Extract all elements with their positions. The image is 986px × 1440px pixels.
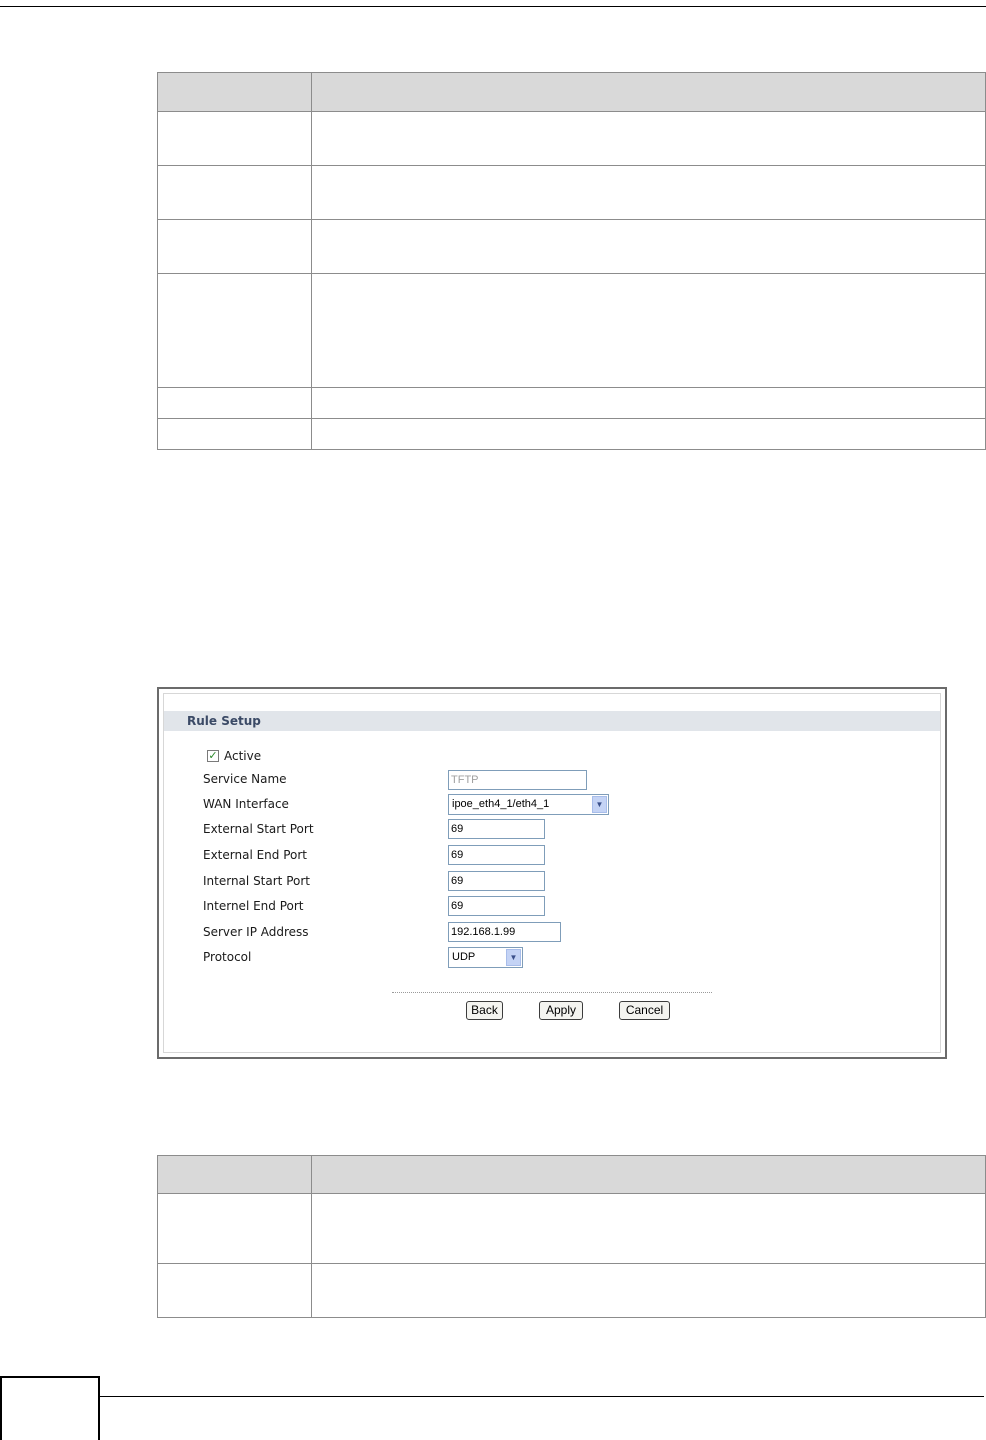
table-row: [157, 418, 986, 450]
internel-end-port-label: Internel End Port: [203, 899, 304, 913]
cancel-button[interactable]: Cancel: [619, 1001, 670, 1020]
internel-end-port-input[interactable]: 69: [448, 896, 545, 916]
active-label: Active: [224, 749, 262, 763]
header-rule: [0, 6, 986, 7]
table-row: [157, 387, 986, 419]
section-title: Rule Setup: [164, 711, 940, 731]
wan-interface-value: ipoe_eth4_1/eth4_1: [452, 798, 550, 810]
protocol-label: Protocol: [203, 950, 252, 964]
table-row: [157, 165, 986, 220]
active-checkbox[interactable]: ✓: [207, 750, 219, 762]
external-start-port-label: External Start Port: [203, 822, 314, 836]
table-row: [157, 1193, 986, 1264]
table-header-row: [157, 1155, 986, 1194]
service-name-label: Service Name: [203, 772, 287, 786]
footer-rule: [100, 1396, 984, 1397]
server-ip-input[interactable]: 192.168.1.99: [448, 922, 561, 942]
rule-setup-panel: Rule Setup ✓ Active Service Name TFTP WA…: [163, 693, 941, 1053]
page-number-box: [0, 1376, 100, 1440]
external-start-port-input[interactable]: 69: [448, 819, 545, 839]
table-header-row: [157, 72, 986, 112]
chevron-down-icon[interactable]: ▼: [592, 796, 607, 813]
protocol-select[interactable]: UDP ▼: [448, 947, 523, 968]
back-button[interactable]: Back: [466, 1001, 503, 1020]
chevron-down-icon[interactable]: ▼: [506, 949, 521, 966]
field-description-table-2: [157, 1155, 986, 1318]
internal-start-port-label: Internal Start Port: [203, 874, 310, 888]
table-row: [157, 1263, 986, 1318]
field-description-table-1: [157, 72, 986, 450]
rule-setup-screenshot: Rule Setup ✓ Active Service Name TFTP WA…: [157, 687, 947, 1059]
wan-interface-label: WAN Interface: [203, 797, 289, 811]
button-divider: [392, 992, 712, 993]
protocol-value: UDP: [452, 951, 476, 963]
table-row: [157, 111, 986, 166]
external-end-port-label: External End Port: [203, 848, 308, 862]
service-name-input[interactable]: TFTP: [448, 770, 587, 790]
server-ip-label: Server IP Address: [203, 925, 309, 939]
wan-interface-select[interactable]: ipoe_eth4_1/eth4_1 ▼: [448, 794, 609, 815]
table-row: [157, 219, 986, 274]
external-end-port-input[interactable]: 69: [448, 845, 545, 865]
apply-button[interactable]: Apply: [539, 1001, 583, 1020]
table-row: [157, 273, 986, 388]
internal-start-port-input[interactable]: 69: [448, 871, 545, 891]
